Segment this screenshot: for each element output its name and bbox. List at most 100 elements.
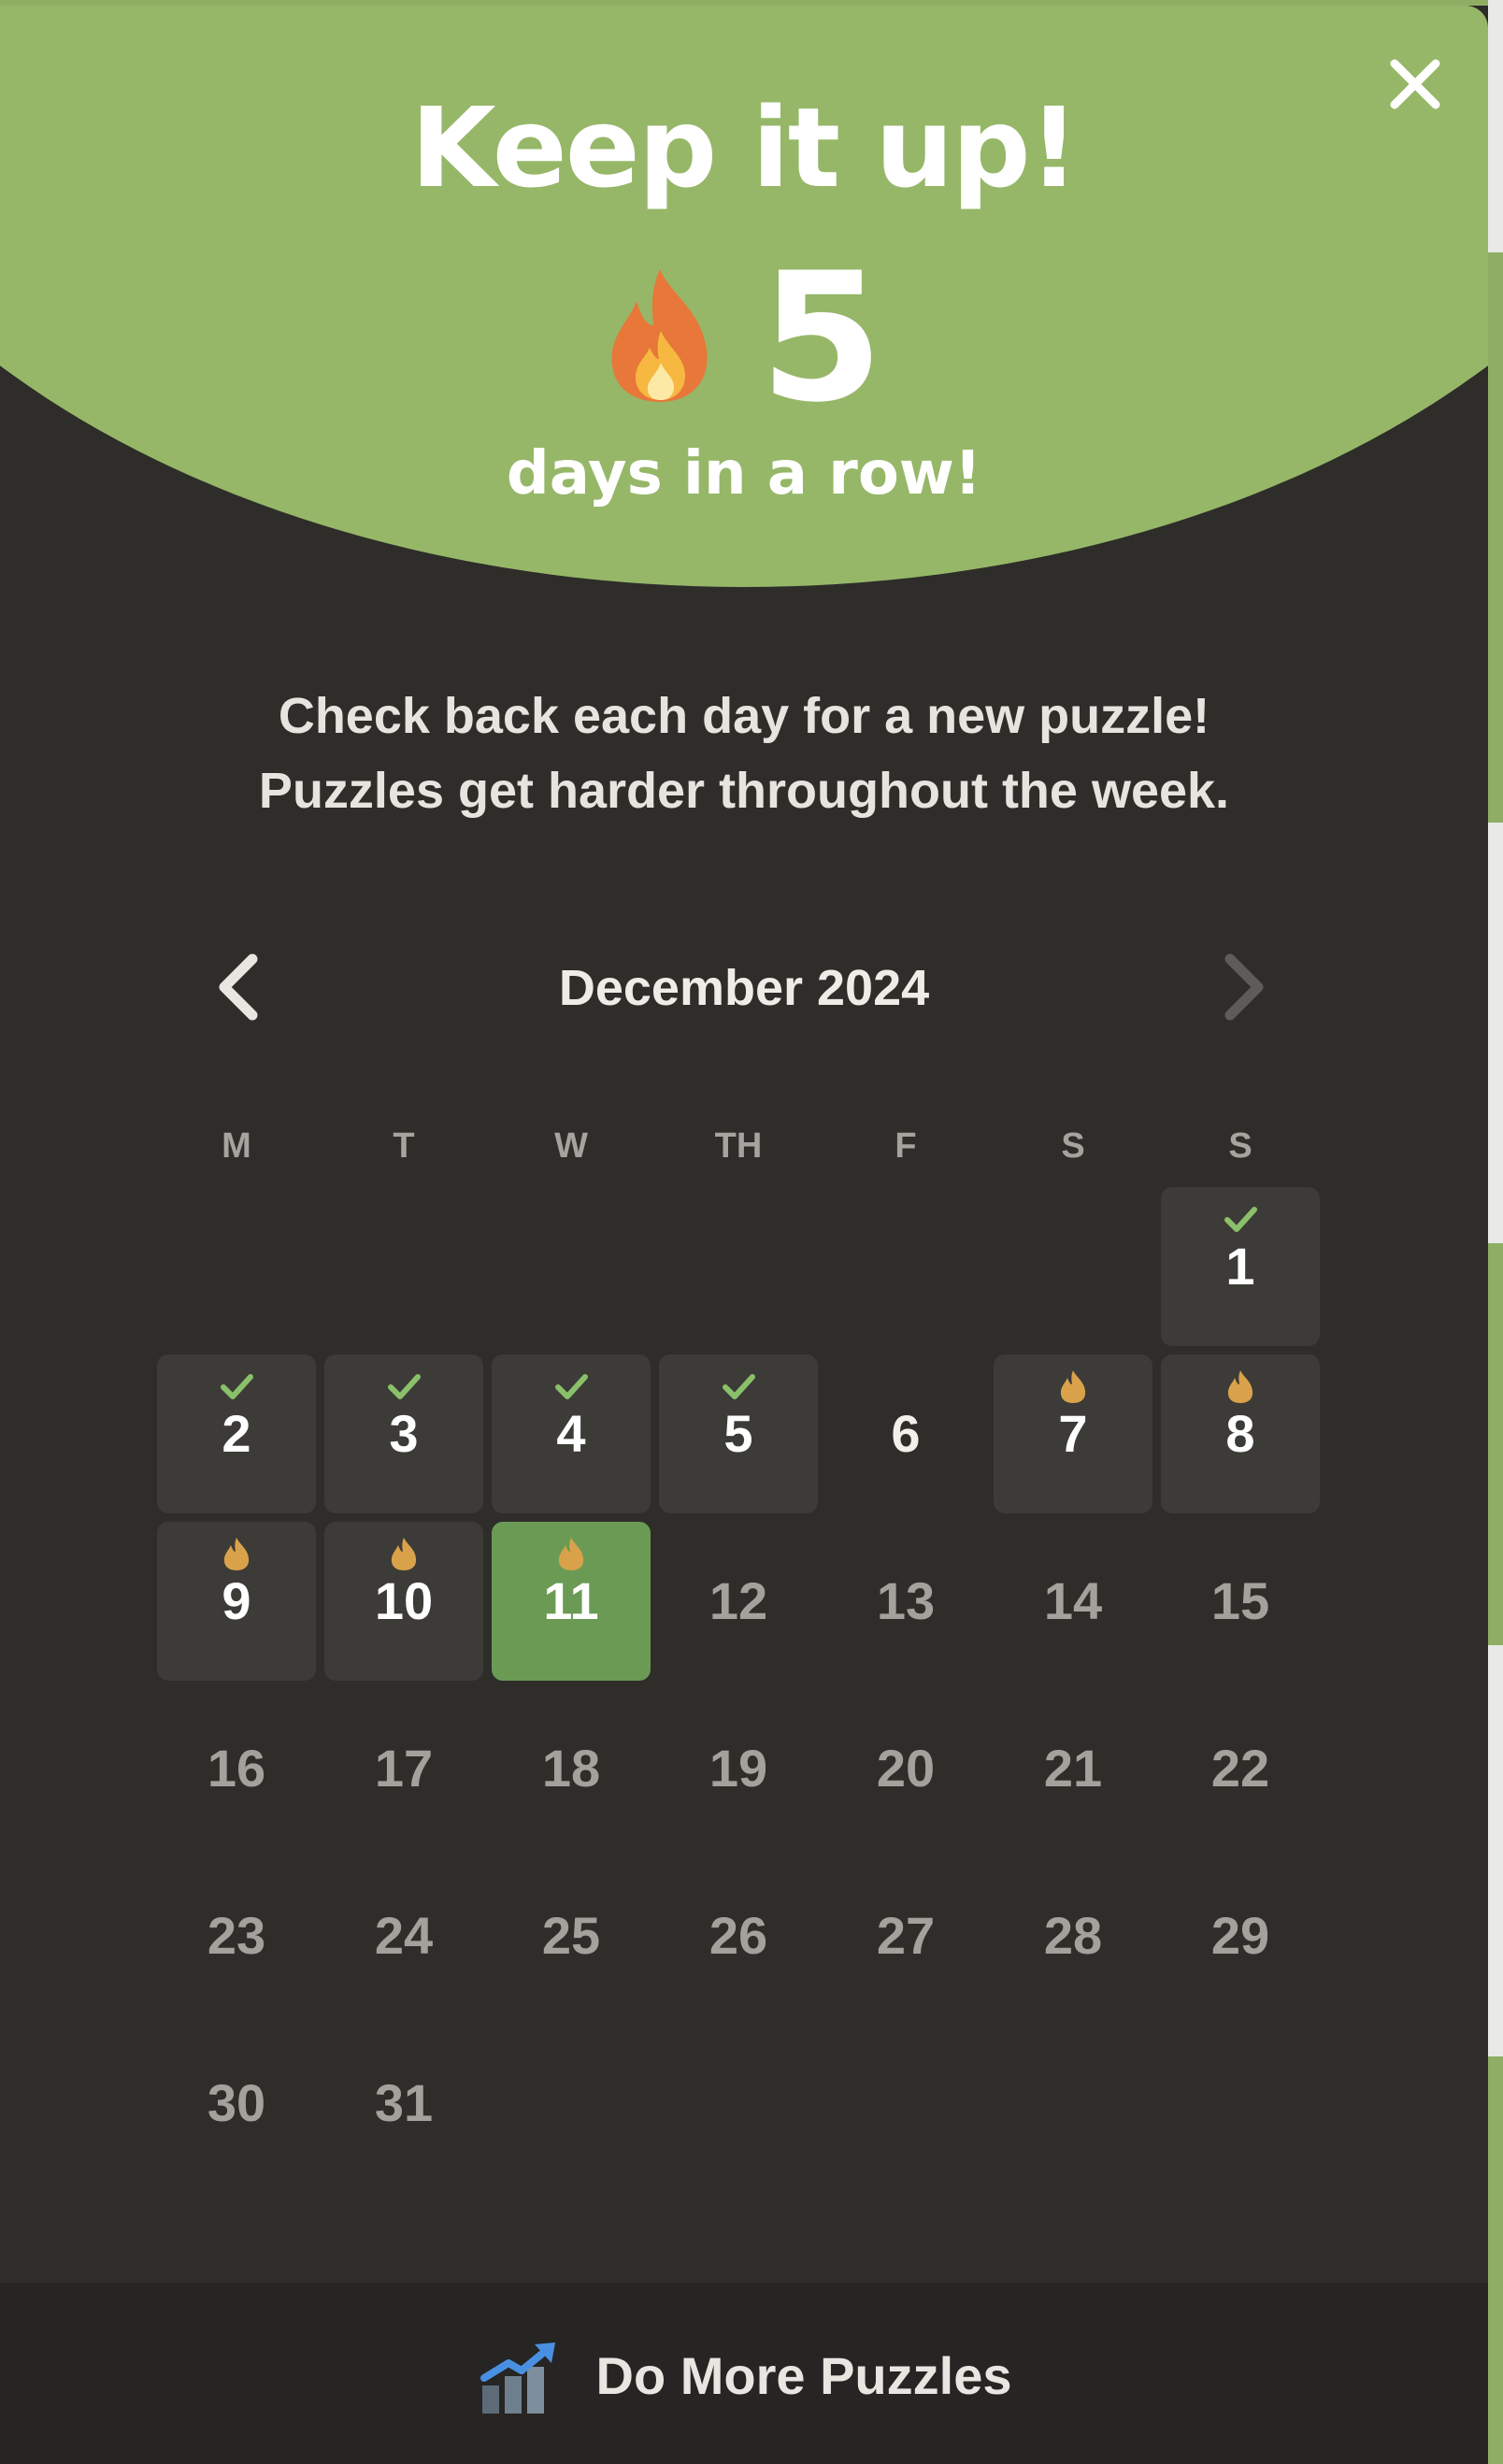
check-icon (720, 1368, 757, 1405)
calendar-day-1[interactable]: 1 (1161, 1187, 1320, 1346)
calendar-day-number: 30 (207, 2073, 266, 2132)
check-icon (552, 1368, 590, 1405)
calendar-day-number: 31 (374, 2073, 434, 2132)
calendar-day-6[interactable]: 6 (826, 1354, 985, 1513)
calendar-day-22: 22 (1161, 1689, 1320, 1848)
background-strip-right (1488, 0, 1503, 2464)
footer-content: Do More Puzzles (0, 2335, 1488, 2417)
flame-icon (385, 1535, 422, 1572)
calendar-day-27: 27 (826, 1856, 985, 2015)
calendar-empty-cell (157, 1187, 316, 1346)
flame-icon (552, 1535, 590, 1572)
calendar-day-number: 5 (723, 1404, 753, 1463)
calendar-day-16: 16 (157, 1689, 316, 1848)
calendar-day-number: 7 (1058, 1404, 1088, 1463)
calendar-day-28: 28 (994, 1856, 1152, 2015)
info-message-line-1: Check back each day for a new puzzle! (278, 688, 1210, 744)
calendar-day-number: 21 (1043, 1739, 1103, 1798)
calendar-day-number: 11 (543, 1571, 599, 1630)
do-more-puzzles-label: Do More Puzzles (595, 2346, 1012, 2405)
calendar-day-5[interactable]: 5 (659, 1354, 818, 1513)
calendar-day-number: 13 (876, 1571, 936, 1630)
calendar-day-number: 16 (207, 1739, 266, 1798)
calendar-day-14: 14 (994, 1522, 1152, 1681)
info-message: Check back each day for a new puzzle! Pu… (0, 679, 1488, 828)
modal-title: Keep it up! (410, 83, 1079, 212)
calendar-empty-cell (492, 1187, 651, 1346)
streak-count: 5 (759, 235, 884, 441)
calendar-day-10[interactable]: 10 (324, 1522, 483, 1681)
calendar-day-number: 19 (709, 1739, 768, 1798)
flame-icon (1222, 1368, 1259, 1405)
calendar-day-21: 21 (994, 1689, 1152, 1848)
weekday-header: M T W TH F S S (157, 1109, 1329, 1183)
calendar-day-number: 28 (1043, 1906, 1103, 1965)
calendar-day-8[interactable]: 8 (1161, 1354, 1320, 1513)
weekday-label: F (895, 1126, 917, 1166)
calendar-day-20: 20 (826, 1689, 985, 1848)
weekday-label: S (1228, 1126, 1252, 1166)
calendar-day-30: 30 (157, 2024, 316, 2183)
calendar-day-24: 24 (324, 1856, 483, 2015)
info-message-line-2: Puzzles get harder throughout the week. (258, 763, 1230, 819)
weekday-label: S (1061, 1126, 1085, 1166)
calendar-day-number: 29 (1210, 1906, 1270, 1965)
calendar-day-3[interactable]: 3 (324, 1354, 483, 1513)
check-icon (385, 1368, 422, 1405)
calendar-day-18: 18 (492, 1689, 651, 1848)
flame-icon (1054, 1368, 1092, 1405)
calendar-day-number: 23 (207, 1906, 266, 1965)
calendar-day-13: 13 (826, 1522, 985, 1681)
calendar-day-12: 12 (659, 1522, 818, 1681)
calendar-day-15: 15 (1161, 1522, 1320, 1681)
calendar-day-23: 23 (157, 1856, 316, 2015)
calendar-day-number: 15 (1210, 1571, 1270, 1630)
streak-label: days in a row! (506, 439, 982, 509)
check-icon (218, 1368, 255, 1405)
calendar-day-19: 19 (659, 1689, 818, 1848)
streak-modal: Keep it up! 5 days in a row! Check back … (0, 6, 1488, 2464)
calendar-day-number: 22 (1210, 1739, 1270, 1798)
calendar-day-4[interactable]: 4 (492, 1354, 651, 1513)
calendar-day-number: 25 (541, 1906, 601, 1965)
month-navigation: December 2024 (0, 931, 1488, 1043)
calendar-grid: 1 2 3 4 5 6 7 8 9 10 11 12 13 14 15 16 17 18 19 20 21 22 23 24 2… (157, 1187, 1329, 2183)
calendar-day-number: 20 (876, 1739, 936, 1798)
do-more-puzzles-button[interactable]: Do More Puzzles (0, 2283, 1488, 2464)
calendar-day-number: 3 (389, 1404, 419, 1463)
calendar-day-25: 25 (492, 1856, 651, 2015)
calendar-day-9[interactable]: 9 (157, 1522, 316, 1681)
check-icon (1222, 1200, 1259, 1238)
calendar-day-number: 6 (891, 1404, 921, 1463)
weekday-label: W (554, 1126, 588, 1166)
calendar-empty-cell (994, 1187, 1152, 1346)
calendar-day-number: 17 (374, 1739, 434, 1798)
calendar-day-number: 4 (556, 1404, 586, 1463)
calendar-day-7[interactable]: 7 (994, 1354, 1152, 1513)
calendar-day-number: 1 (1225, 1237, 1255, 1296)
calendar-day-number: 10 (374, 1571, 434, 1630)
calendar-day-11[interactable]: 11 (492, 1522, 651, 1681)
calendar-day-number: 24 (374, 1906, 434, 1965)
calendar-day-number: 2 (222, 1404, 251, 1463)
weekday-label: M (222, 1126, 251, 1166)
calendar-day-2[interactable]: 2 (157, 1354, 316, 1513)
weekday-label: T (393, 1126, 415, 1166)
flame-icon (218, 1535, 255, 1572)
calendar-day-number: 12 (709, 1571, 768, 1630)
calendar-empty-cell (826, 1187, 985, 1346)
calendar-day-29: 29 (1161, 1856, 1320, 2015)
calendar-day-number: 18 (541, 1739, 601, 1798)
streak-display: 5 (0, 235, 1488, 441)
calendar-day-number: 27 (876, 1906, 936, 1965)
calendar-day-number: 8 (1225, 1404, 1255, 1463)
trending-chart-icon (477, 2335, 559, 2417)
calendar-empty-cell (659, 1187, 818, 1346)
calendar-day-26: 26 (659, 1856, 818, 2015)
chevron-right-icon (1224, 953, 1264, 1021)
flame-icon (605, 265, 715, 406)
calendar-day-17: 17 (324, 1689, 483, 1848)
calendar-day-31: 31 (324, 2024, 483, 2183)
next-month-button[interactable] (1204, 950, 1279, 1024)
page: Keep it up! 5 days in a row! Check back … (0, 0, 1503, 2464)
